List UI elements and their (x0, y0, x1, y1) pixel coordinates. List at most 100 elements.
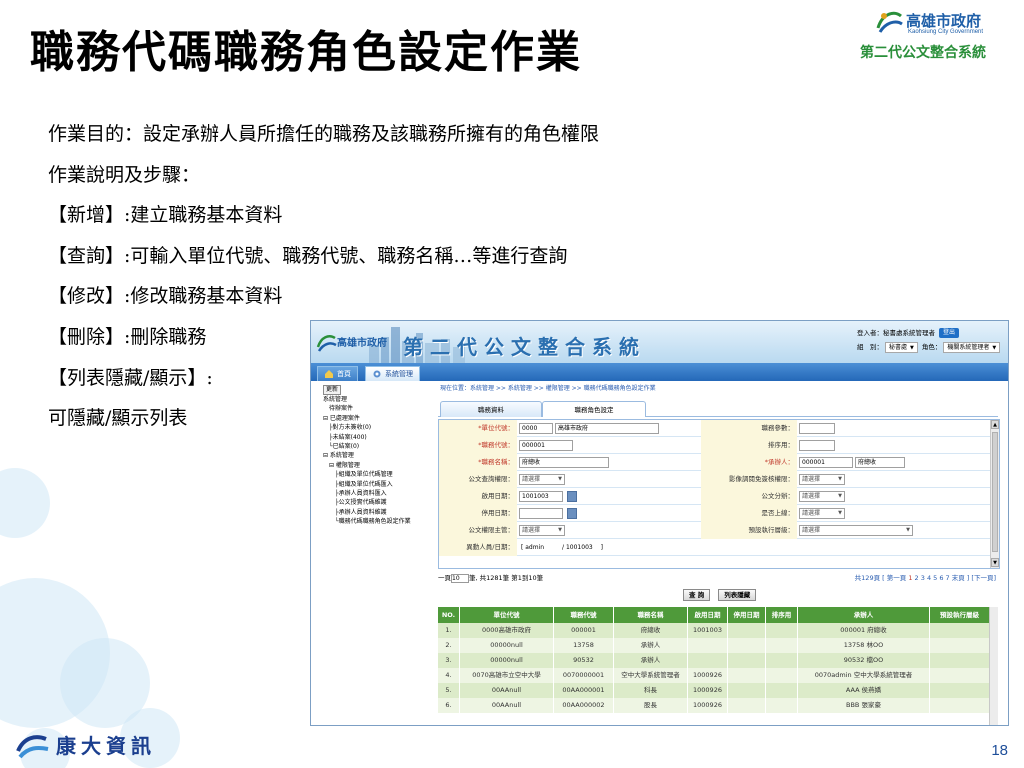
table-row[interactable]: 6. 00AAnull 00AA000002 股長 1000926 BBB 張家… (438, 698, 990, 713)
col-job-code[interactable]: 職務代號 (554, 607, 614, 623)
tree-item[interactable]: ├公文授實代碼維護 (323, 498, 436, 507)
cell (766, 638, 798, 653)
stop-date-input[interactable] (519, 508, 563, 519)
tree-item-active[interactable]: └職務代碼職務角色設定作業 (323, 517, 436, 526)
doc-master-select[interactable]: 請選擇 ▼ (519, 525, 565, 536)
col-start-date[interactable]: 啟用日期 (688, 607, 728, 623)
page-size-input[interactable]: 10 (451, 573, 469, 583)
query-button[interactable]: 查 詢 (683, 589, 711, 601)
col-unit-code[interactable]: 單位代號 (460, 607, 554, 623)
col-no[interactable]: NO. (438, 607, 460, 623)
form-scrollbar[interactable]: ▲ ▼ (990, 420, 999, 568)
role-select[interactable]: 機關系統管理者 ▼ (943, 341, 1001, 353)
kangda-logo-icon (16, 734, 49, 758)
group-select[interactable]: 秘書處 ▼ (885, 341, 918, 353)
doc-assign-select[interactable]: 請選擇 ▼ (799, 491, 845, 502)
group-value: 秘書處 (889, 343, 908, 351)
tree-item[interactable]: ├組織及單位代碼管理 (323, 470, 436, 479)
tree-item[interactable]: ├組織及單位代碼匯入 (323, 480, 436, 489)
table-row[interactable]: 2. 00000null 13758 承辦人 13758 林OO (438, 638, 990, 653)
page-size: 一頁10 筆, 共1281筆 第1到10筆 (438, 571, 543, 585)
grid-scrollbar[interactable] (989, 607, 998, 725)
desc-line: 作業目的：設定承辦人員所擔任的職務及該職務所擁有的角色權限 (48, 123, 600, 145)
scroll-up-icon[interactable]: ▲ (991, 420, 999, 429)
slide-title: 職務代碼職務角色設定作業 (30, 27, 582, 78)
unit-code-input[interactable]: 0000 (519, 423, 553, 434)
col-exec-level[interactable]: 預設執行層級 (930, 607, 990, 623)
cell: 承辦人 (614, 653, 688, 668)
img-auth-select[interactable]: 請選擇 ▼ (799, 474, 845, 485)
on-duty-value: 請選擇 (802, 510, 821, 517)
cell: AAA 侯燕嬌 (798, 683, 930, 698)
cell: 1001003 (688, 623, 728, 638)
handler-name-input[interactable]: 府總收 (855, 457, 905, 468)
scroll-thumb[interactable] (992, 432, 998, 552)
doc-auth-select[interactable]: 請選擇 ▼ (519, 474, 565, 485)
pages-text[interactable]: 共129頁 [ 第一頁 (855, 574, 909, 582)
result-grid: NO. 單位代號 職務代號 職務名稱 啟用日期 停用日期 排序用 承辦人 預設執… (438, 607, 998, 725)
tab-job-role[interactable]: 職務角色設定 (542, 401, 646, 417)
cell (728, 683, 766, 698)
unit-name-input[interactable]: 高雄市政府 (555, 423, 659, 434)
tree-item[interactable]: ├對方未簽收(0) (323, 423, 436, 432)
home-icon (325, 370, 333, 378)
page-links-rest[interactable]: 2 3 4 5 6 7 末頁 ] [下一頁] (912, 574, 996, 582)
table-row[interactable]: 3. 00000null 90532 承辦人 90532 檔OO (438, 653, 990, 668)
cell: 90532 檔OO (798, 653, 930, 668)
job-param-input[interactable] (799, 423, 835, 434)
app-logo-text: 高雄市政府 (337, 338, 387, 349)
chevron-down-icon: ▼ (910, 344, 914, 351)
tree-item[interactable]: ├承辦人員資料匯入 (323, 489, 436, 498)
start-date-input[interactable]: 1001003 (519, 491, 563, 502)
tab-job-data[interactable]: 職務資料 (440, 401, 542, 417)
cell (728, 653, 766, 668)
breadcrumb: 現在位置：系統管理 >> 系統管理 >> 權限管理 >> 職務代碼職務角色設定作… (440, 385, 656, 392)
cell: 00AA000001 (554, 683, 614, 698)
doc-auth-label: 公文查詢權限： (439, 471, 517, 488)
job-name-input[interactable]: 府總收 (519, 457, 609, 468)
tree-item[interactable]: 系統管理 (323, 395, 436, 404)
tab-home[interactable]: 首頁 (317, 366, 358, 381)
tab-system-management[interactable]: 系統管理 (365, 366, 420, 381)
doc-assign-label: 公文分辦： (701, 488, 797, 505)
exec-level-value: 請選擇 (802, 527, 821, 534)
page-links[interactable]: 共129頁 [ 第一頁 1 2 3 4 5 6 7 末頁 ] [下一頁] (855, 571, 996, 585)
tree-item[interactable]: ⊟ 系統管理 (323, 451, 436, 460)
cell: 90532 (554, 653, 614, 668)
handler-code-input[interactable]: 000001 (799, 457, 853, 468)
on-duty-select[interactable]: 請選擇 ▼ (799, 508, 845, 519)
exec-level-select[interactable]: 請選擇 ▼ (799, 525, 913, 536)
cell (930, 698, 990, 713)
form-row: 啟用日期： 1001003 公文分辦： 請選擇 ▼ (439, 488, 991, 505)
tree-item[interactable]: ├未結案(400) (323, 433, 436, 442)
tree-item[interactable]: ├承辦人員資料維護 (323, 508, 436, 517)
table-row[interactable]: 4. 0070高雄市立空中大學 0070000001 空中大學系統管理者 100… (438, 668, 990, 683)
cell: 0070admin 空中大學系統管理者 (798, 668, 930, 683)
tree-item[interactable]: ⊟ 權限管理 (323, 461, 436, 470)
table-row[interactable]: 5. 00AAnull 00AA000001 科長 1000926 AAA 侯燕… (438, 683, 990, 698)
col-sort[interactable]: 排序用 (766, 607, 798, 623)
col-stop-date[interactable]: 停用日期 (728, 607, 766, 623)
logout-button[interactable]: 登出 (939, 328, 960, 338)
refresh-button[interactable]: 更新 (323, 385, 342, 395)
tree-item[interactable]: 待辦案件 (323, 404, 436, 413)
col-handler[interactable]: 承辦人 (798, 607, 930, 623)
job-form: *單位代號： 0000 高雄市政府 職務參數： *職務代號： 000001 排序… (438, 419, 1000, 569)
scroll-down-icon[interactable]: ▼ (991, 558, 999, 567)
tree-item[interactable]: └已結案(0) (323, 442, 436, 451)
toggle-list-button[interactable]: 列表隱藏 (718, 589, 757, 601)
stop-date-label: 停用日期： (439, 505, 517, 522)
col-job-name[interactable]: 職務名稱 (614, 607, 688, 623)
doc-master-value: 請選擇 (522, 527, 541, 534)
tree-item[interactable]: ⊟ 已處理案件 (323, 414, 436, 423)
changer-label: 異動人員/日期： (439, 539, 517, 556)
tab-system-label: 系統管理 (385, 369, 413, 378)
job-code-input[interactable]: 000001 (519, 440, 573, 451)
calendar-icon[interactable] (567, 508, 577, 519)
start-date-label: 啟用日期： (439, 488, 517, 505)
calendar-icon[interactable] (567, 491, 577, 502)
nav-tree: 更新 系統管理 待辦案件 ⊟ 已處理案件 ├對方未簽收(0) ├未結案(400)… (311, 381, 436, 725)
sort-input[interactable] (799, 440, 835, 451)
table-row[interactable]: 1. 0000高雄市政府 000001 府總收 1001003 000001 府… (438, 623, 990, 638)
cell (766, 683, 798, 698)
